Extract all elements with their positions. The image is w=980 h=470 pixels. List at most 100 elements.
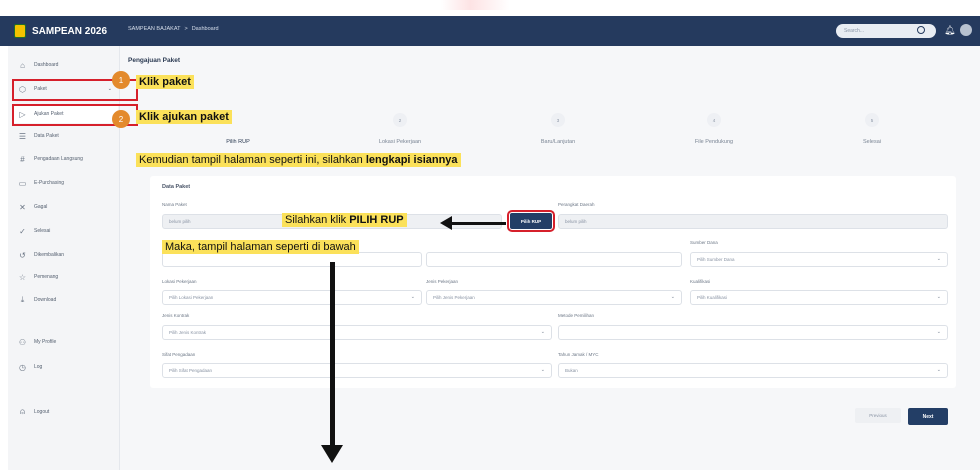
annotation-step2: Klik ajukan paket: [136, 110, 232, 124]
sidebar-item-label: Pengadaan Langsung: [34, 156, 83, 162]
step-label: Selesai: [862, 139, 882, 145]
sumber-dana-select[interactable]: Pilih Sumber Dana ⌄: [690, 252, 948, 267]
select-value: Pilih Lokasi Pekerjaan: [169, 295, 214, 300]
sidebar-item-data-paket[interactable]: ☰ Data Paket: [14, 127, 118, 145]
bell-icon[interactable]: 🔔︎: [944, 25, 955, 36]
chevron-down-icon: ⌄: [410, 294, 415, 300]
annotation-bold-text: PILIH RUP: [349, 214, 404, 226]
jenis-kontrak-select[interactable]: Pilih Jenis Kontrak ⌄: [162, 325, 552, 340]
tahun-jamak-select[interactable]: Bukan ⌄: [558, 363, 948, 378]
chevron-down-icon: ⌄: [936, 294, 941, 300]
home-icon: ⌂: [20, 60, 25, 70]
next-button[interactable]: Next: [908, 408, 948, 425]
previous-button[interactable]: Previous: [855, 408, 901, 423]
field-label: Metode Pemilihan: [558, 313, 595, 318]
search-icon[interactable]: [917, 26, 925, 34]
clock-icon: ◷: [19, 362, 26, 372]
hash-icon: #: [20, 154, 25, 164]
form-section-title: Data Paket: [162, 184, 191, 190]
sidebar-item-label: Pemenang: [34, 274, 59, 280]
step-label: Pilih RUP: [226, 139, 250, 145]
field-label: Tahun Jamak / MYC: [558, 352, 599, 357]
metode-pemilihan-select[interactable]: ⌄: [558, 325, 948, 340]
sidebar-item-label: Gagal: [34, 204, 48, 210]
field-label: Jenis Pekerjaan: [426, 279, 459, 284]
sidebar-item-pengadaan-langsung[interactable]: # Pengadaan Langsung: [14, 150, 118, 168]
field-label: Lokasi Pekerjaan: [162, 279, 197, 284]
breadcrumb-root[interactable]: SAMPEAN BAJAKAT: [128, 26, 180, 32]
chevron-down-icon: ⌄: [936, 367, 941, 373]
arrow-head-icon: [321, 445, 343, 463]
annotation-text: Silahkan klik: [285, 214, 350, 226]
select-value: Pilih Sifat Pengadaan: [169, 368, 213, 373]
chevron-down-icon: ⌄: [936, 329, 941, 335]
sidebar-item-gagal[interactable]: ✕ Gagal: [14, 198, 118, 216]
sidebar-item-dashboard[interactable]: ⌂ Dashboard: [14, 56, 118, 74]
field-label: Sifat Pengadaan: [162, 352, 196, 357]
step-circle: 2: [393, 113, 407, 127]
star-icon: ☆: [18, 272, 27, 282]
breadcrumb-separator: >: [184, 26, 188, 32]
sidebar-item-label: Dikembalikan: [34, 252, 65, 258]
sifat-pengadaan-select[interactable]: Pilih Sifat Pengadaan ⌄: [162, 363, 552, 378]
page-title: Pengajuan Paket: [128, 57, 181, 64]
sidebar-item-selesai[interactable]: ✓ Selesai: [14, 222, 118, 240]
list-icon: ☰: [18, 131, 27, 141]
folder-icon: ▭: [18, 178, 27, 188]
step-circle: 3: [551, 113, 565, 127]
select-value: Pilih Sumber Dana: [697, 257, 735, 262]
sidebar-item-log[interactable]: ◷ Log: [14, 358, 118, 376]
sidebar-item-download[interactable]: ⤓ Download: [14, 291, 118, 309]
sidebar-item-e-purchasing[interactable]: ▭ E-Purchasing: [14, 174, 118, 192]
sidebar-item-label: Selesai: [34, 228, 51, 234]
brand[interactable]: SAMPEAN 2026: [8, 16, 120, 46]
kualifikasi-select[interactable]: Pilih Kualifikasi ⌄: [690, 290, 948, 305]
breadcrumb-current: Dashboard: [191, 26, 219, 32]
x-icon: ✕: [19, 202, 26, 212]
sidebar-item-my-profile[interactable]: ⚇ My Profile: [14, 333, 118, 351]
breadcrumb: SAMPEAN BAJAKAT > Dashboard: [128, 26, 219, 32]
step-circle: 5: [865, 113, 879, 127]
annotation-pilih-rup-note: Silahkan klik PILIH RUP: [282, 213, 407, 227]
perangkat-daerah-field[interactable]: belum pilih: [558, 214, 948, 229]
sidebar-item-logout[interactable]: ⍝ Logout: [14, 403, 118, 421]
user-icon: ⚇: [18, 337, 27, 347]
chevron-down-icon: ⌄: [670, 294, 675, 300]
annotation-step1: Klik paket: [136, 75, 194, 89]
pilih-rup-button[interactable]: Pilih RUP: [507, 210, 555, 232]
select-value: Pilih Jenis Pekerjaan: [433, 295, 475, 300]
check-icon: ✓: [19, 226, 26, 236]
hidden-field[interactable]: [162, 252, 422, 267]
annotation-bold-text: lengkapi isiannya: [365, 154, 458, 166]
field-label: Kualifikasi: [690, 279, 711, 284]
avatar[interactable]: [960, 24, 972, 36]
arrow-down-icon: [330, 262, 335, 452]
field-label: Sumber Dana: [690, 240, 718, 245]
step-badge: 1: [112, 71, 130, 89]
sidebar-item-label: Data Paket: [34, 133, 59, 139]
chevron-down-icon: ⌄: [540, 367, 545, 373]
jenis-pekerjaan-select[interactable]: Pilih Jenis Pekerjaan ⌄: [426, 290, 682, 305]
return-icon: ↺: [19, 250, 26, 260]
chevron-down-icon: ⌄: [540, 329, 545, 335]
hidden-field[interactable]: [426, 252, 682, 267]
step-label: Lokasi Pekerjaan: [378, 139, 422, 145]
sidebar-item-pemenang[interactable]: ☆ Pemenang: [14, 268, 118, 286]
select-value: Pilih Kualifikasi: [697, 295, 728, 300]
lokasi-pekerjaan-select[interactable]: Pilih Lokasi Pekerjaan ⌄: [162, 290, 422, 305]
sidebar-item-label: Logout: [34, 409, 50, 415]
annotation-below-note: Maka, tampil halaman seperti di bawah: [162, 240, 359, 254]
form-card: [150, 176, 956, 388]
download-icon: ⤓: [20, 295, 25, 304]
sidebar-item-label: Log: [34, 364, 43, 370]
select-value: Pilih Jenis Kontrak: [169, 330, 207, 335]
select-value: Bukan: [565, 368, 578, 373]
annotation-text: Kemudian tampil halaman seperti ini, sil…: [139, 154, 366, 166]
field-label: Perangkat Daerah: [558, 202, 595, 207]
arrow-head-icon: [440, 216, 452, 230]
sidebar-item-dikembalikan[interactable]: ↺ Dikembalikan: [14, 246, 118, 264]
field-label: Jenis Kontrak: [162, 313, 190, 318]
arrow-left-icon: [448, 222, 506, 225]
field-label: Nama Paket: [162, 202, 187, 207]
chevron-down-icon: ⌄: [936, 256, 941, 262]
